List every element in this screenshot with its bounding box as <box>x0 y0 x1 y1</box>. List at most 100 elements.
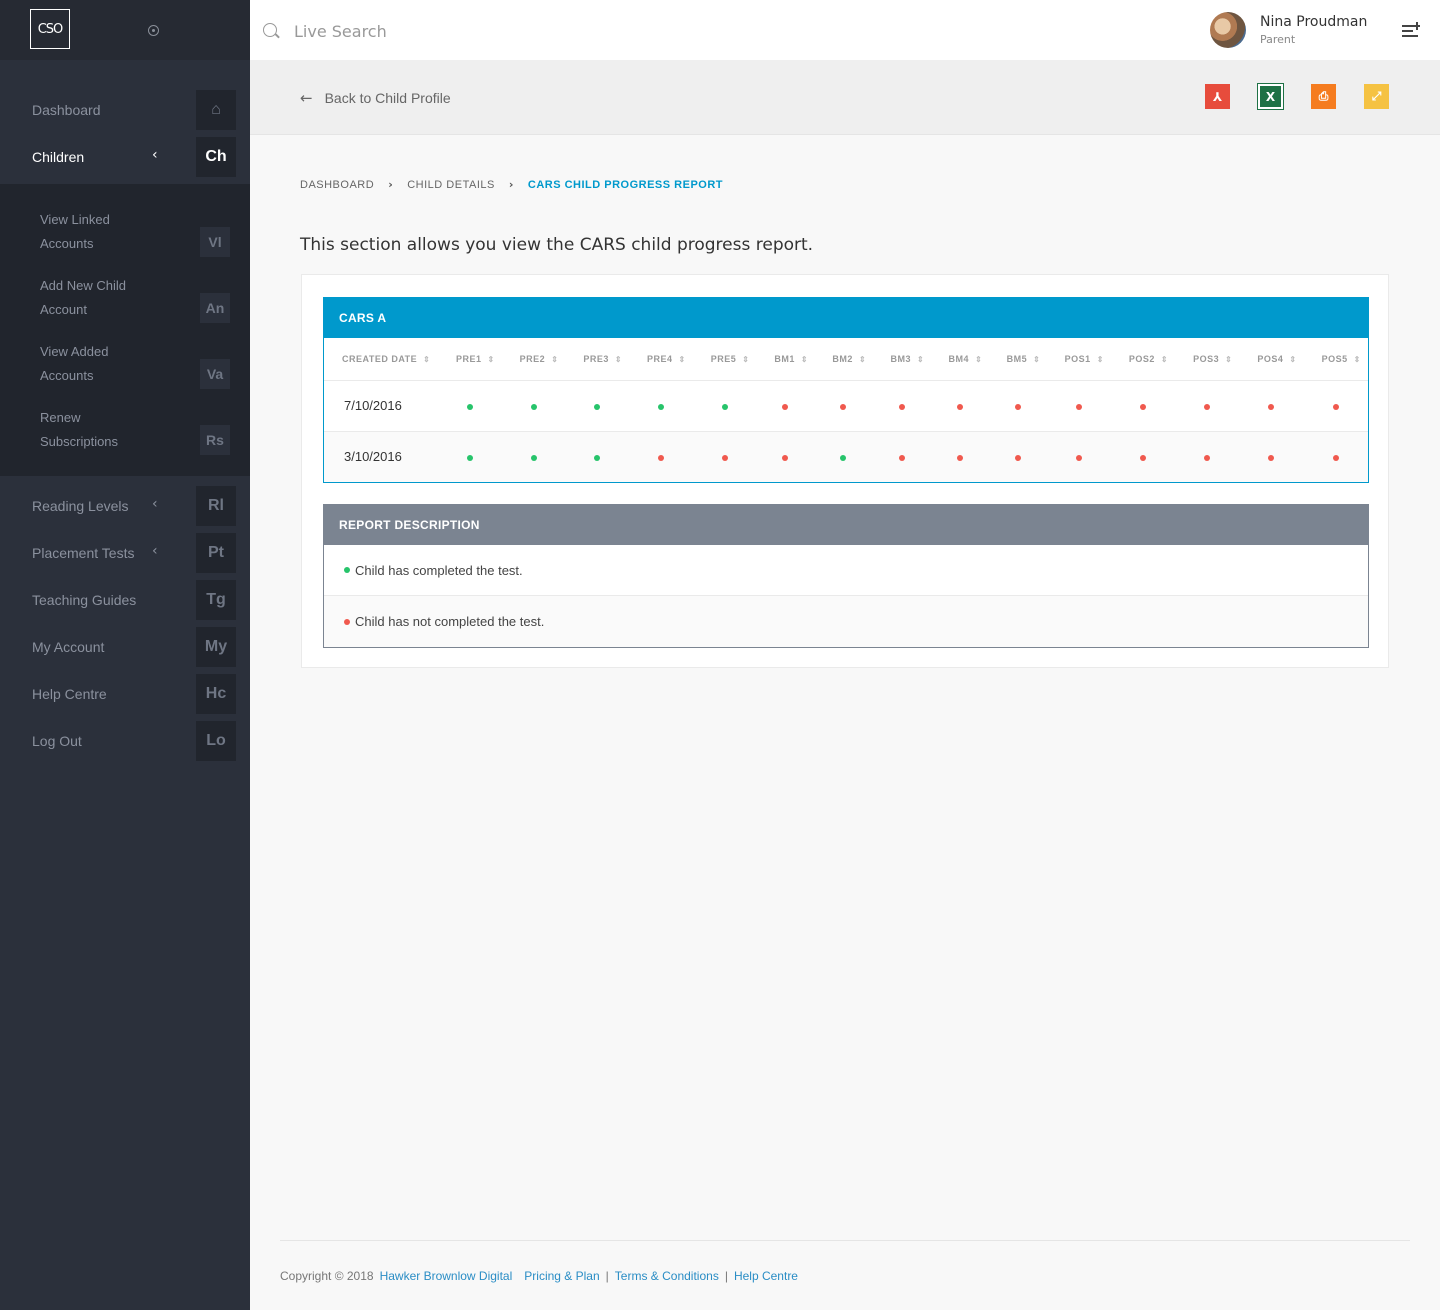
chevron-right-icon: › <box>388 178 394 191</box>
status-cell <box>1046 380 1111 432</box>
excel-icon: X <box>1265 89 1276 104</box>
avatar[interactable] <box>1210 12 1246 48</box>
column-header-label: PRE5 <box>710 353 737 364</box>
column-header[interactable]: POS2 ⇕ <box>1110 338 1176 381</box>
sort-icon[interactable]: ⇕ <box>975 355 982 364</box>
sort-icon[interactable]: ⇕ <box>488 355 495 364</box>
red-dot-icon <box>1014 455 1021 462</box>
sort-icon[interactable]: ⇕ <box>859 355 866 364</box>
red-dot-icon <box>721 455 728 462</box>
red-dot-icon <box>1075 455 1082 462</box>
column-header[interactable]: POS1 ⇕ <box>1046 338 1111 381</box>
column-header[interactable]: CREATED DATE ⇕ <box>324 338 438 381</box>
sort-icon[interactable]: ⇕ <box>679 355 686 364</box>
sidebar-subitem-badge: Vl <box>200 227 230 257</box>
column-header-label: BM2 <box>832 353 853 364</box>
search-icon[interactable] <box>263 23 277 37</box>
sidebar-subitem-view-added-accounts[interactable]: View Added Accounts Va <box>0 340 250 406</box>
sort-icon[interactable]: ⇕ <box>423 355 430 364</box>
table-row: 7/10/2016 <box>324 380 1368 432</box>
column-header[interactable]: POS4 ⇕ <box>1239 338 1304 381</box>
logo[interactable]: CSO <box>30 9 70 49</box>
pdf-export-button[interactable]: ⅄ <box>1205 84 1230 109</box>
sort-icon[interactable]: ⇕ <box>1225 355 1232 364</box>
column-header-label: PRE2 <box>519 353 546 364</box>
sort-icon[interactable]: ⇕ <box>917 355 924 364</box>
breadcrumb-dashboard[interactable]: DASHBOARD <box>300 179 374 191</box>
column-header[interactable]: BM3 ⇕ <box>872 338 931 381</box>
print-button[interactable]: ⎙ <box>1311 84 1336 109</box>
sidebar-item-placement-tests[interactable]: Placement Tests ‹ Pt <box>0 530 250 577</box>
sort-icon[interactable]: ⇕ <box>1033 355 1040 364</box>
column-header-label: POS4 <box>1257 353 1284 364</box>
legend-label: Child has completed the test. <box>355 562 523 578</box>
sidebar-item-reading-levels[interactable]: Reading Levels ‹ Rl <box>0 483 250 530</box>
sidebar-toggle-icon[interactable] <box>148 25 159 36</box>
sidebar-item-label: Teaching Guides <box>32 592 137 608</box>
back-to-child-profile-link[interactable]: ← Back to Child Profile <box>300 89 451 107</box>
footer-help-link[interactable]: Help Centre <box>734 1269 798 1283</box>
column-header[interactable]: PRE1 ⇕ <box>438 338 502 381</box>
status-cell <box>1110 431 1176 482</box>
sidebar-item-teaching-guides[interactable]: Teaching Guides Tg <box>0 577 250 624</box>
sidebar-subitem-view-linked-accounts[interactable]: View Linked Accounts Vl <box>0 208 250 274</box>
status-cell <box>988 380 1047 432</box>
column-header[interactable]: BM1 ⇕ <box>756 338 815 381</box>
footer-separator: | <box>724 1269 728 1283</box>
status-cell <box>1239 380 1304 432</box>
sort-icon[interactable]: ⇕ <box>615 355 622 364</box>
red-dot-icon <box>1204 404 1211 410</box>
status-cell <box>756 380 815 432</box>
status-cell <box>1303 431 1368 482</box>
sort-icon[interactable]: ⇕ <box>1097 355 1104 364</box>
expand-button[interactable]: ⤢ <box>1364 84 1389 109</box>
red-dot-icon <box>898 455 905 462</box>
sidebar-item-label: Log Out <box>32 733 82 749</box>
column-header-label: BM1 <box>774 353 795 364</box>
column-header[interactable]: PRE4 ⇕ <box>629 338 693 381</box>
status-cell <box>814 431 873 482</box>
sidebar-item-my-account[interactable]: My Account My <box>0 624 250 671</box>
sidebar-item-label: Reading Levels <box>32 498 129 514</box>
sort-icon[interactable]: ⇕ <box>742 355 749 364</box>
report-card: CARS A CREATED DATE ⇕ PRE1 ⇕ PRE2 ⇕ PRE3 ⇕ PRE4 ⇕… <box>301 274 1389 668</box>
report-description-panel: REPORT DESCRIPTION Child has completed t… <box>323 504 1369 648</box>
column-header[interactable]: POS3 ⇕ <box>1175 338 1240 381</box>
footer-pricing-link[interactable]: Pricing & Plan <box>524 1269 599 1283</box>
column-header[interactable]: BM2 ⇕ <box>814 338 873 381</box>
column-header[interactable]: POS5 ⇕ <box>1303 338 1368 381</box>
menu-add-icon[interactable] <box>1402 22 1420 38</box>
column-header[interactable]: PRE3 ⇕ <box>565 338 630 381</box>
footer-company-link[interactable]: Hawker Brownlow Digital <box>380 1269 513 1283</box>
sidebar: CSO Dashboard ⌂ Children ‹ Ch View Linke… <box>0 0 250 1310</box>
sidebar-item-help-centre[interactable]: Help Centre Hc <box>0 671 250 718</box>
pdf-icon: ⅄ <box>1212 89 1223 104</box>
footer-terms-link[interactable]: Terms & Conditions <box>615 1269 719 1283</box>
sort-icon[interactable]: ⇕ <box>1354 355 1361 364</box>
red-dot-icon <box>782 404 789 410</box>
print-icon: ⎙ <box>1318 89 1329 103</box>
sidebar-item-badge: Hc <box>196 674 236 714</box>
column-header-label: PRE4 <box>647 353 673 364</box>
sidebar-item-dashboard[interactable]: Dashboard ⌂ <box>0 87 250 134</box>
column-header[interactable]: PRE5 ⇕ <box>692 338 757 381</box>
user-name[interactable]: Nina Proudman <box>1260 14 1367 30</box>
excel-export-button[interactable]: X <box>1257 83 1284 110</box>
sidebar-item-children[interactable]: Children ‹ Ch <box>0 134 250 181</box>
sidebar-item-log-out[interactable]: Log Out Lo <box>0 718 250 765</box>
column-header[interactable]: BM4 ⇕ <box>930 338 989 381</box>
sidebar-subitem-renew-subscriptions[interactable]: Renew Subscriptions Rs <box>0 406 250 472</box>
sidebar-subitem-label: Renew Subscriptions <box>40 410 119 449</box>
sidebar-subitem-badge: Rs <box>200 425 230 455</box>
status-cell <box>1303 380 1368 432</box>
sort-icon[interactable]: ⇕ <box>801 355 808 364</box>
sort-icon[interactable]: ⇕ <box>1289 355 1296 364</box>
column-header[interactable]: PRE2 ⇕ <box>501 338 566 381</box>
column-header-label: PRE1 <box>456 353 482 364</box>
sort-icon[interactable]: ⇕ <box>1161 355 1168 364</box>
column-header[interactable]: BM5 ⇕ <box>988 338 1047 381</box>
search-input[interactable] <box>294 18 594 44</box>
breadcrumb-child-details[interactable]: CHILD DETAILS <box>407 179 495 191</box>
sort-icon[interactable]: ⇕ <box>551 355 558 364</box>
sidebar-subitem-add-new-child-account[interactable]: Add New Child Account An <box>0 274 250 340</box>
